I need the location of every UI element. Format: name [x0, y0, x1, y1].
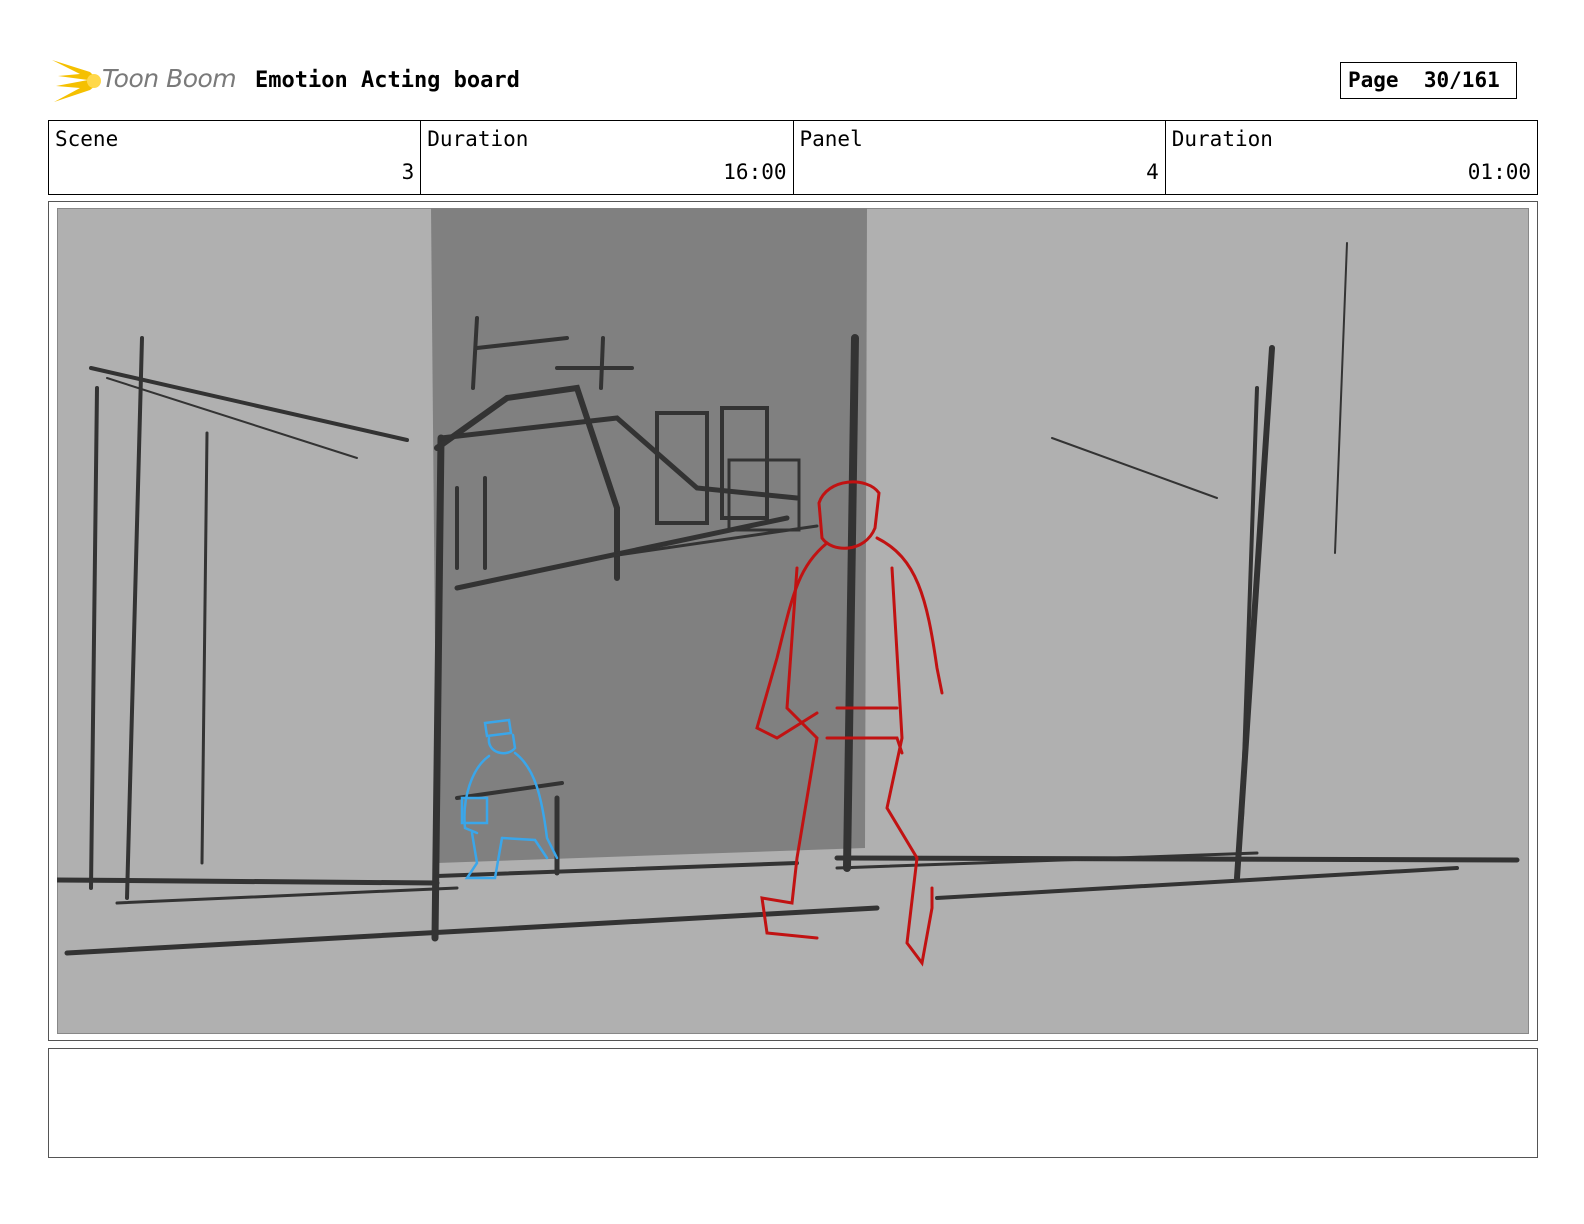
scene-label: Scene — [55, 127, 119, 151]
scene-duration-cell: Duration 16:00 — [421, 121, 794, 194]
board-title: Emotion Acting board — [255, 68, 520, 93]
scene-value: 3 — [401, 160, 415, 184]
scene-duration-label: Duration — [427, 127, 529, 151]
panel-notes-box — [48, 1048, 1538, 1158]
panel-value: 4 — [1146, 160, 1159, 184]
panel-cell: Panel 4 — [794, 121, 1166, 194]
page-label: Page — [1348, 68, 1399, 92]
scene-cell: Scene 3 — [49, 121, 422, 194]
page-header: Toon Boom Emotion Acting board Page 30/1… — [50, 56, 1540, 106]
toon-boom-logo: Toon Boom — [50, 56, 250, 106]
scene-duration-value: 16:00 — [723, 160, 787, 184]
panel-duration-label: Duration — [1171, 127, 1273, 151]
toon-boom-starburst-icon — [52, 60, 101, 102]
panel-sketch — [57, 208, 1529, 1034]
page-number: 30/161 — [1423, 68, 1500, 92]
brand-name: Toon Boom — [102, 64, 237, 93]
scene-info-table: Scene 3 Duration 16:00 Panel 4 Duration … — [48, 120, 1538, 195]
page-indicator: Page 30/161 — [1340, 62, 1517, 99]
panel-duration-cell: Duration 01:00 — [1166, 121, 1537, 194]
storyboard-panel — [48, 201, 1538, 1041]
doorway-shadow — [431, 208, 867, 863]
panel-duration-value: 01:00 — [1467, 160, 1531, 184]
panel-label: Panel — [799, 127, 863, 151]
